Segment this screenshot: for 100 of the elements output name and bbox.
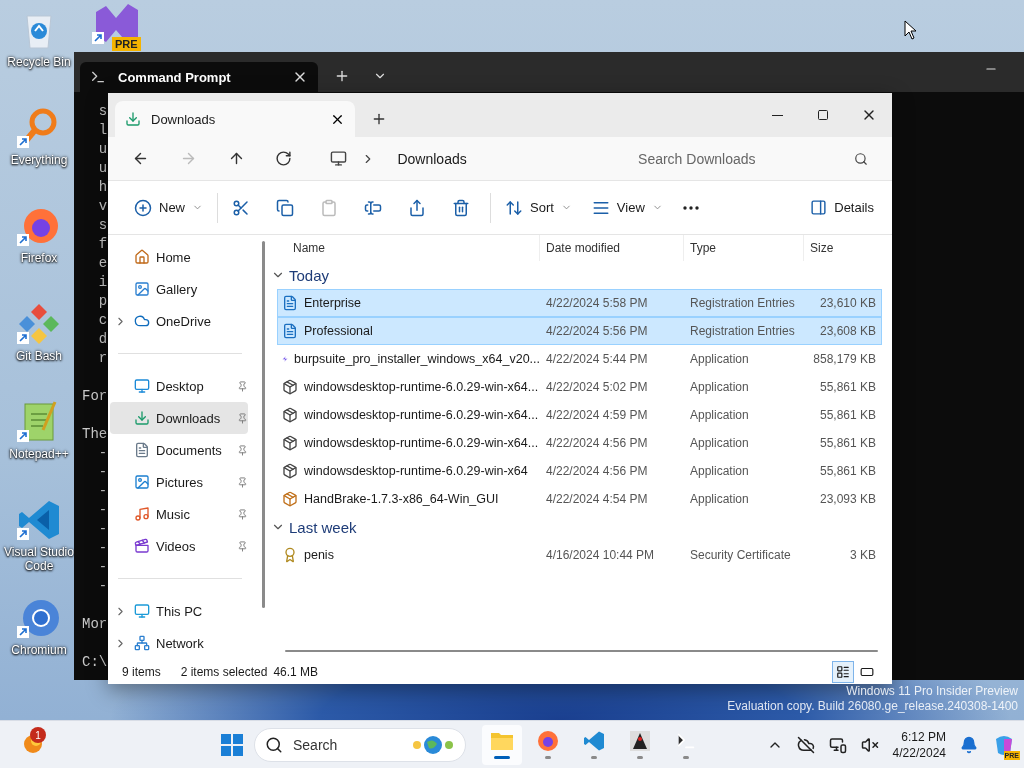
plus-icon: [371, 111, 387, 127]
new-button[interactable]: New: [128, 191, 209, 224]
clock[interactable]: 6:12 PM 4/22/2024: [892, 728, 946, 761]
taskbar-app-button[interactable]: [482, 724, 522, 765]
terminal-line: For: [82, 387, 108, 406]
group-header[interactable]: Today: [289, 266, 330, 284]
terminal-line: -: [97, 501, 108, 520]
view-button[interactable]: View: [585, 191, 669, 224]
more-icon: [682, 205, 699, 210]
file-name: penis: [278, 547, 540, 563]
file-row[interactable]: HandBrake-1.7.3-x86_64-Win_GUI 4/22/2024 4:54 PM Application 23,093 KB: [277, 485, 882, 513]
column-header[interactable]: Size: [803, 235, 883, 261]
sidebar-item[interactable]: Music: [110, 498, 248, 530]
file-row[interactable]: windowsdesktop-runtime-6.0.29-win-x64... 4/22/2024 4:59 PM Application 55,861 KB: [277, 401, 882, 429]
type-cell-text: Application: [689, 436, 750, 450]
date-cell-text: 4/22/2024 5:02 PM: [545, 380, 649, 394]
muted-speaker-icon[interactable]: [860, 735, 879, 754]
column-header[interactable]: Date modified: [539, 235, 683, 261]
sidebar-item[interactable]: Gallery: [110, 273, 248, 305]
code-editor-icon[interactable]: [17, 498, 61, 542]
file-name: burpsuite_pro_installer_windows_x64_v20...: [278, 351, 540, 367]
column-header[interactable]: Type: [683, 235, 803, 261]
size-cell-text: 23,608 KB: [818, 324, 877, 338]
terminal-line: -: [97, 444, 108, 463]
file-row[interactable]: windowsdesktop-runtime-6.0.29-win-x64... 4/22/2024 5:02 PM Application 55,861 KB: [277, 373, 882, 401]
sidebar-item[interactable]: Pictures: [110, 466, 248, 498]
registry-file-icon: [282, 295, 298, 311]
terminal-line: Mor: [82, 615, 108, 634]
sidebar-item[interactable]: Videos: [110, 530, 248, 562]
scrollbar[interactable]: [262, 241, 265, 608]
date-cell-text: 4/22/2024 5:44 PM: [545, 352, 649, 366]
terminal-line: The: [82, 425, 108, 444]
terminal-tab[interactable]: Command Prompt: [80, 62, 318, 92]
diamond-logo-icon[interactable]: [17, 302, 61, 346]
terminal-line: f: [97, 235, 108, 254]
taskbar-search-field[interactable]: Search: [254, 727, 466, 762]
sidebar-item[interactable]: Desktop: [110, 370, 248, 402]
pin-icon: [237, 508, 248, 520]
file-row[interactable]: burpsuite_pro_installer_windows_x64_v20... 4/22/2024 5:44 PM Application 858,179 KB: [277, 345, 882, 373]
details-button[interactable]: Details: [804, 191, 880, 224]
sidebar-item[interactable]: Network: [110, 627, 248, 659]
sort-button[interactable]: Sort: [499, 191, 578, 224]
bell-icon[interactable]: [960, 735, 978, 754]
file-row[interactable]: Enterprise 4/22/2024 5:58 PM Registration Entries 23,610 KB: [277, 289, 882, 317]
terminal-line: s: [97, 216, 108, 235]
file-name: windowsdesktop-runtime-6.0.29-win-x64: [278, 463, 540, 479]
cut-icon: [232, 198, 250, 217]
file-row[interactable]: penis 4/16/2024 10:44 PM Security Certificate 3 KB: [277, 541, 882, 569]
terminal-line: C:\: [82, 653, 108, 672]
cloud-off-icon[interactable]: [796, 735, 815, 754]
terminal-line: s: [97, 102, 108, 121]
terminal-line: r: [97, 349, 108, 368]
terminal-line: p: [97, 292, 108, 311]
network-icon[interactable]: [828, 735, 847, 754]
sidebar-item[interactable]: This PC: [110, 595, 248, 627]
search-input[interactable]: Search: [291, 735, 403, 754]
explorer-tab[interactable]: Downloads: [115, 101, 355, 137]
os-watermark-text: Windows 11 Pro Insider Preview: [846, 684, 1018, 699]
refresh-icon: [275, 150, 293, 167]
search-icon: [265, 735, 283, 754]
installer-icon: [282, 435, 298, 451]
rectangle-icon: [860, 665, 874, 679]
type-cell-text: Application: [689, 492, 750, 506]
horizontal-scrollbar[interactable]: [285, 650, 878, 652]
sidebar-item[interactable]: Downloads: [110, 402, 248, 434]
file-row[interactable]: windowsdesktop-runtime-6.0.29-win-x64 4/22/2024 4:56 PM Application 55,861 KB: [277, 457, 882, 485]
file-row[interactable]: Professional 4/22/2024 5:56 PM Registration Entries 23,608 KB: [277, 317, 882, 345]
list-icon: [836, 665, 850, 679]
group-header[interactable]: Last week: [289, 518, 357, 536]
search-input[interactable]: Search Downloads: [636, 149, 855, 168]
sidebar-item[interactable]: Documents: [110, 434, 248, 466]
sidebar-item[interactable]: OneDrive: [110, 305, 248, 337]
terminal-line: -: [97, 558, 108, 577]
registry-file-icon: [282, 323, 298, 339]
terminal-line: v: [97, 197, 108, 216]
column-header[interactable]: Name: [269, 235, 539, 261]
type-cell-text: Application: [689, 352, 750, 366]
date-cell-text: 4/22/2024 4:56 PM: [545, 464, 649, 478]
sort-icon: [505, 198, 523, 217]
sidebar-item[interactable]: Home: [110, 241, 248, 273]
paste-icon: [320, 198, 338, 217]
installer-icon: [282, 463, 298, 479]
start-button-icon[interactable]: [220, 732, 244, 757]
file-name: Professional: [278, 323, 540, 339]
pin-icon: [237, 476, 248, 488]
type-cell-text: Application: [689, 380, 750, 394]
file-name: windowsdesktop-runtime-6.0.29-win-x64...: [278, 435, 540, 451]
type-cell-text: Registration Entries: [689, 296, 796, 310]
terminal-line: e: [97, 254, 108, 273]
notification-badge: 1: [30, 727, 46, 743]
date-cell-text: 4/22/2024 4:56 PM: [545, 436, 649, 450]
file-name: Enterprise: [278, 295, 540, 311]
app-logo-icon[interactable]: [92, 2, 140, 46]
panel-icon: [810, 199, 828, 216]
type-cell-text: Registration Entries: [689, 324, 796, 338]
home-icon: [134, 249, 150, 265]
file-row[interactable]: windowsdesktop-runtime-6.0.29-win-x64... 4/22/2024 4:56 PM Application 55,861 KB: [277, 429, 882, 457]
details-view-button[interactable]: [832, 661, 854, 683]
new-tab-button[interactable]: [371, 111, 387, 127]
installer-icon: [282, 407, 298, 423]
